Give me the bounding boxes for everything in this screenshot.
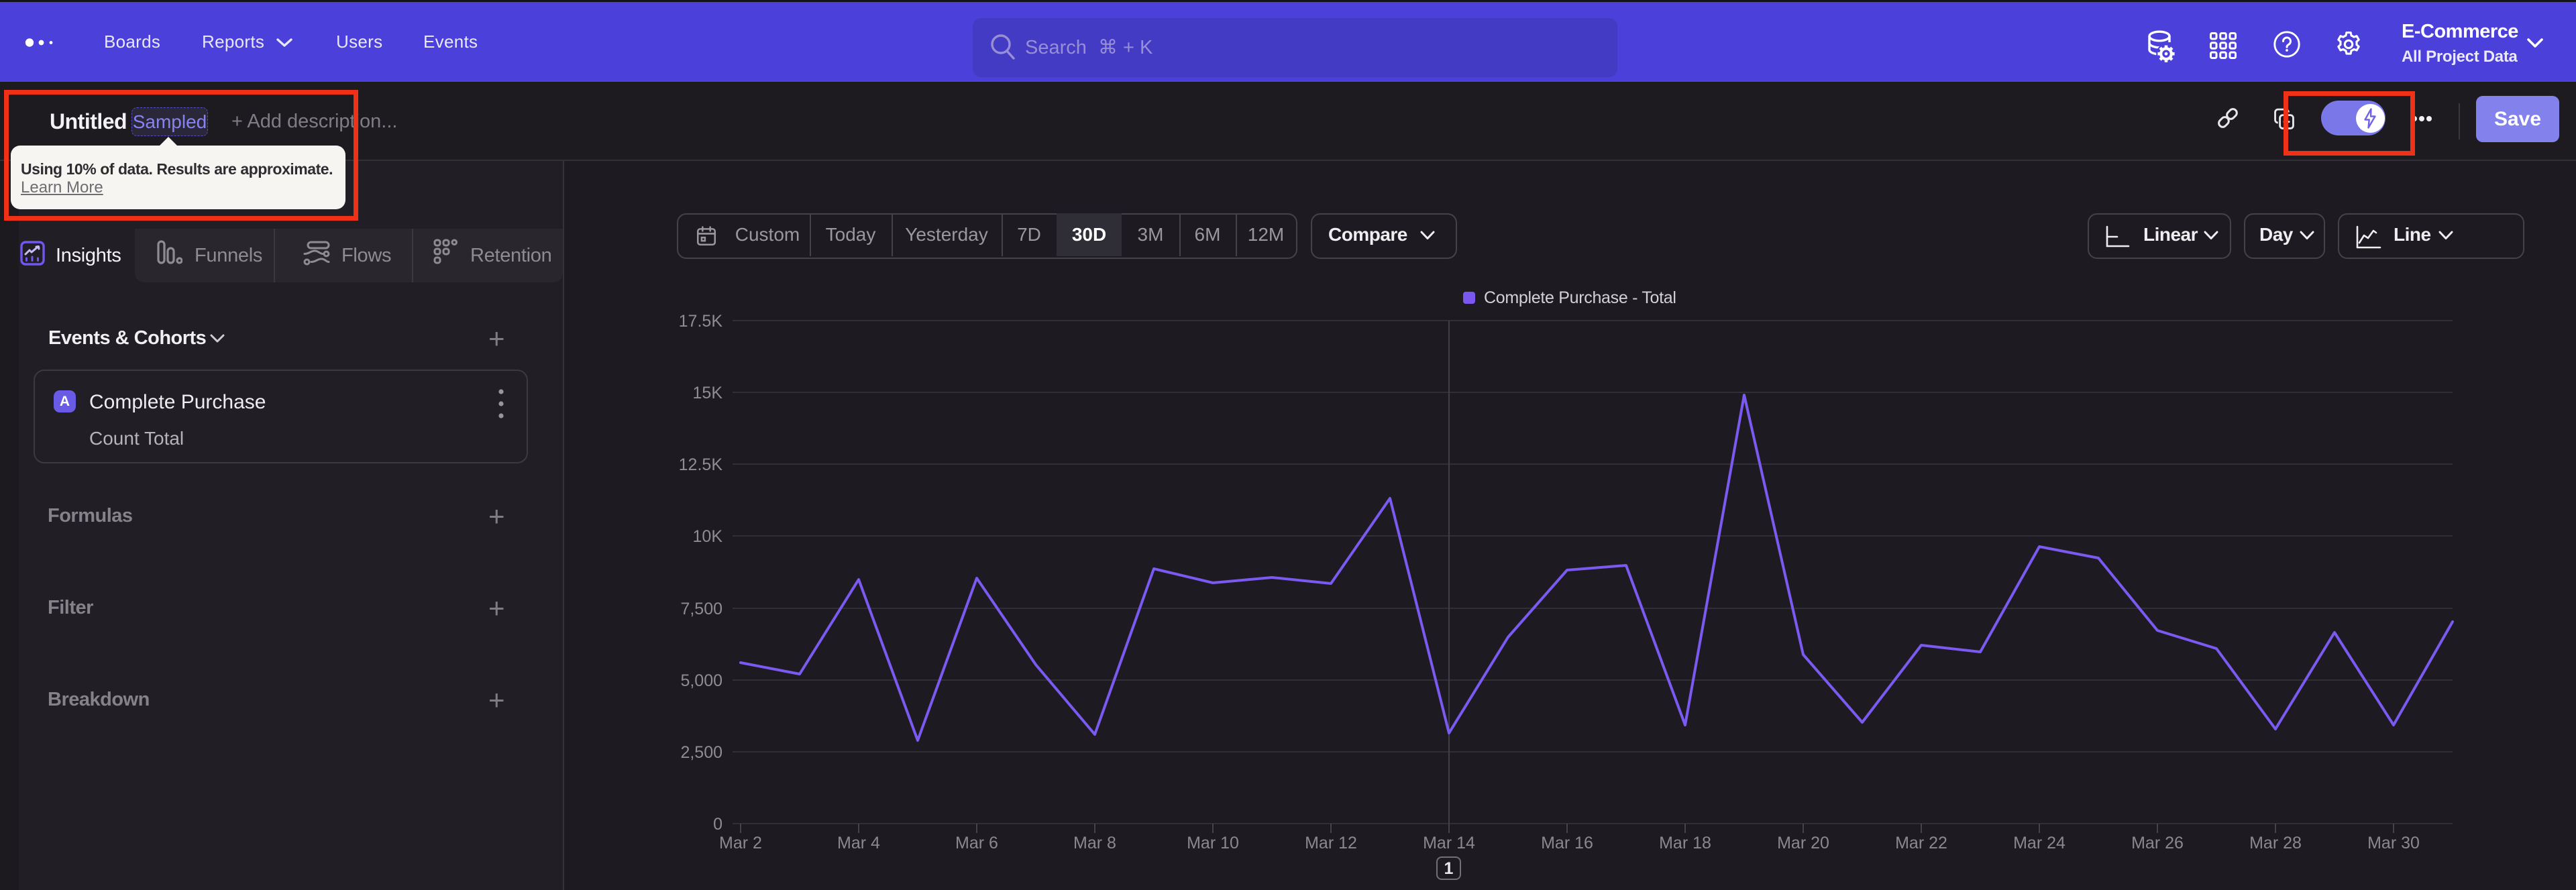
svg-text:10K: 10K [693,527,723,546]
svg-text:Mar 12: Mar 12 [1305,834,1357,852]
svg-text:Mar 4: Mar 4 [837,834,880,852]
svg-text:Mar 20: Mar 20 [1777,834,1829,852]
svg-text:Mar 18: Mar 18 [1659,834,1711,852]
svg-text:Mar 26: Mar 26 [2131,834,2184,852]
svg-text:15K: 15K [693,384,723,402]
svg-text:Mar 14: Mar 14 [1423,834,1475,852]
svg-text:17.5K: 17.5K [679,312,723,331]
svg-text:Mar 28: Mar 28 [2249,834,2302,852]
svg-text:12.5K: 12.5K [679,455,723,474]
svg-text:Mar 10: Mar 10 [1187,834,1239,852]
svg-text:Mar 6: Mar 6 [955,834,998,852]
svg-text:Complete Purchase - Total: Complete Purchase - Total [1484,288,1676,307]
svg-text:Mar 24: Mar 24 [2013,834,2065,852]
svg-text:7,500: 7,500 [680,600,722,618]
svg-text:Mar 2: Mar 2 [719,834,762,852]
svg-text:5,000: 5,000 [680,671,722,690]
svg-text:0: 0 [713,815,722,834]
svg-text:Mar 30: Mar 30 [2367,834,2420,852]
svg-text:2,500: 2,500 [680,743,722,762]
svg-text:Mar 22: Mar 22 [1895,834,1947,852]
svg-text:Mar 16: Mar 16 [1541,834,1593,852]
svg-text:Mar 8: Mar 8 [1073,834,1116,852]
